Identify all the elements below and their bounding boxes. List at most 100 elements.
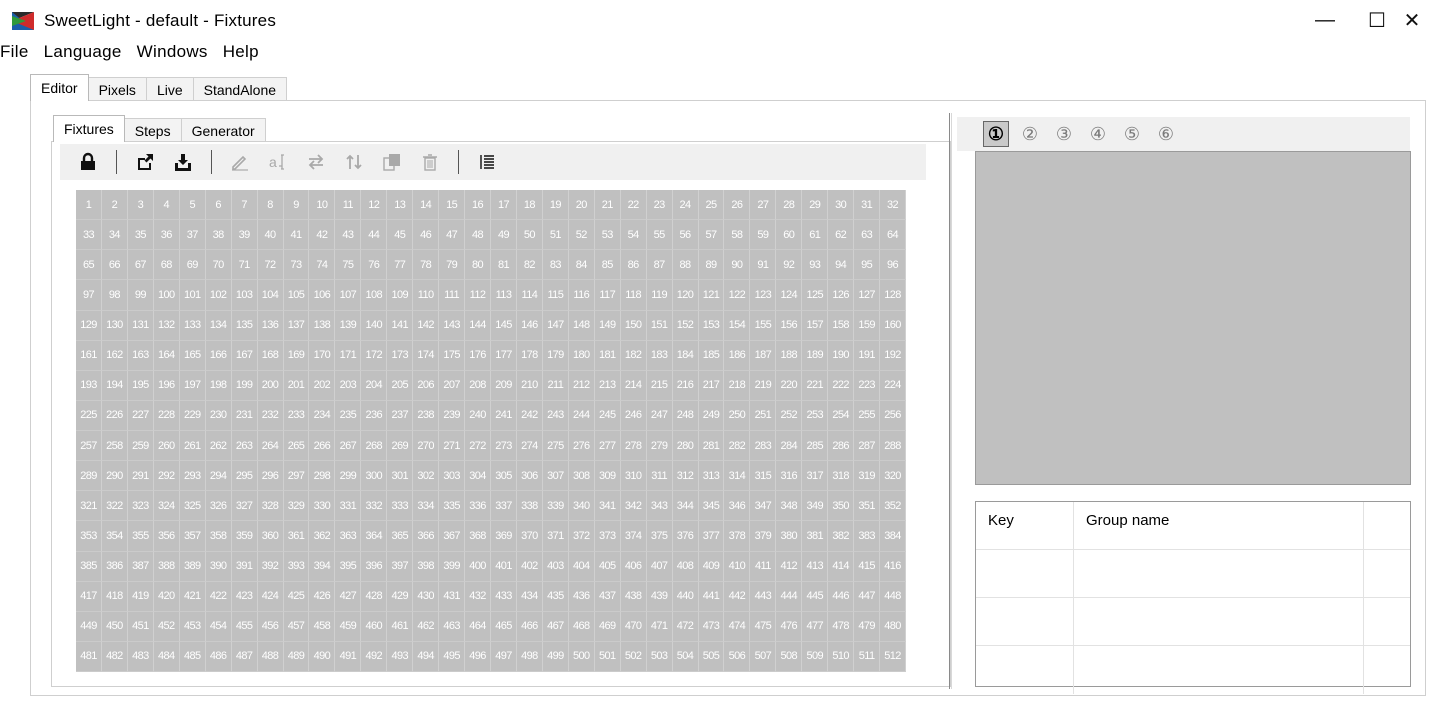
fixture-cell[interactable]: 129 [76, 310, 102, 341]
fixture-cell[interactable]: 390 [205, 551, 232, 582]
fixture-cell[interactable]: 449 [76, 611, 102, 642]
fixture-cell[interactable]: 453 [179, 611, 206, 642]
fixture-cell[interactable]: 473 [698, 611, 725, 642]
fixture-cell[interactable]: 68 [153, 250, 180, 281]
fixture-cell[interactable]: 23 [646, 190, 673, 221]
fixture-cell[interactable]: 188 [776, 340, 803, 371]
fixture-cell[interactable]: 52 [568, 220, 595, 251]
fixture-cell[interactable]: 370 [516, 521, 543, 552]
fixture-cell[interactable]: 34 [101, 220, 128, 251]
fixture-cell[interactable]: 128 [880, 280, 906, 311]
fixture-cell[interactable]: 474 [724, 611, 751, 642]
fixture-cell[interactable]: 210 [516, 370, 543, 401]
fixture-cell[interactable]: 509 [802, 641, 829, 672]
copy-button[interactable] [380, 150, 404, 174]
fixture-cell[interactable]: 368 [465, 521, 491, 552]
fixture-cell[interactable]: 18 [516, 190, 543, 221]
table-row[interactable] [976, 646, 1410, 694]
swap-button[interactable] [304, 150, 328, 174]
fixture-cell[interactable]: 208 [465, 370, 491, 401]
fixture-cell[interactable]: 243 [542, 400, 569, 431]
fixture-cell[interactable]: 134 [205, 310, 232, 341]
fixture-cell[interactable]: 164 [153, 340, 180, 371]
fixture-cell[interactable]: 305 [491, 461, 517, 492]
fixture-cell[interactable]: 100 [153, 280, 180, 311]
fixture-cell[interactable]: 418 [101, 581, 128, 612]
fixture-cell[interactable]: 340 [568, 491, 595, 522]
fixture-cell[interactable]: 132 [153, 310, 180, 341]
fixture-cell[interactable]: 192 [880, 340, 906, 371]
fixture-cell[interactable]: 487 [231, 641, 258, 672]
fixture-cell[interactable]: 147 [542, 310, 569, 341]
fixture-cell[interactable]: 120 [672, 280, 699, 311]
fixture-cell[interactable]: 179 [542, 340, 569, 371]
fixture-cell[interactable]: 427 [335, 581, 362, 612]
fixture-cell[interactable]: 461 [387, 611, 414, 642]
fixture-cell[interactable]: 27 [750, 190, 777, 221]
fixture-cell[interactable]: 486 [205, 641, 232, 672]
fixture-cell[interactable]: 198 [205, 370, 232, 401]
fixture-cell[interactable]: 343 [646, 491, 673, 522]
fixture-cell[interactable]: 506 [724, 641, 751, 672]
fixture-cell[interactable]: 377 [698, 521, 725, 552]
fixture-cell[interactable]: 495 [439, 641, 466, 672]
fixture-cell[interactable]: 74 [309, 250, 336, 281]
fixture-cell[interactable]: 309 [594, 461, 621, 492]
fixture-cell[interactable]: 141 [387, 310, 414, 341]
fixture-cell[interactable]: 171 [335, 340, 362, 371]
fixture-cell[interactable]: 376 [672, 521, 699, 552]
fixture-cell[interactable]: 158 [828, 310, 855, 341]
fixture-cell[interactable]: 87 [646, 250, 673, 281]
fixture-cell[interactable]: 323 [127, 491, 154, 522]
fixture-cell[interactable]: 178 [516, 340, 543, 371]
menu-help[interactable]: Help [223, 42, 259, 62]
fixture-cell[interactable]: 271 [439, 431, 466, 462]
fixture-cell[interactable]: 296 [257, 461, 284, 492]
fixture-cell[interactable]: 325 [179, 491, 206, 522]
fixture-cell[interactable]: 11 [335, 190, 362, 221]
fixture-cell[interactable]: 360 [257, 521, 284, 552]
fixture-cell[interactable]: 337 [491, 491, 517, 522]
fixture-cell[interactable]: 501 [594, 641, 621, 672]
fixture-cell[interactable]: 288 [880, 431, 906, 462]
fixture-cell[interactable]: 307 [542, 461, 569, 492]
fixture-cell[interactable]: 215 [646, 370, 673, 401]
fixture-cell[interactable]: 279 [646, 431, 673, 462]
fixture-cell[interactable]: 37 [179, 220, 206, 251]
fixture-cell[interactable]: 212 [568, 370, 595, 401]
fixture-cell[interactable]: 367 [439, 521, 466, 552]
fixture-cell[interactable]: 21 [594, 190, 621, 221]
fixture-cell[interactable]: 43 [335, 220, 362, 251]
fixture-cell[interactable]: 228 [153, 400, 180, 431]
fixture-cell[interactable]: 319 [854, 461, 881, 492]
fixture-cell[interactable]: 273 [491, 431, 517, 462]
fixture-cell[interactable]: 220 [776, 370, 803, 401]
fixture-cell[interactable]: 315 [750, 461, 777, 492]
fixture-cell[interactable]: 19 [542, 190, 569, 221]
fixture-cell[interactable]: 489 [283, 641, 310, 672]
fixture-cell[interactable]: 139 [335, 310, 362, 341]
fixture-cell[interactable]: 299 [335, 461, 362, 492]
fixture-cell[interactable]: 292 [153, 461, 180, 492]
fixture-cell[interactable]: 420 [153, 581, 180, 612]
fixture-cell[interactable]: 507 [750, 641, 777, 672]
fixture-cell[interactable]: 436 [568, 581, 595, 612]
fixture-cell[interactable]: 97 [76, 280, 102, 311]
fixture-cell[interactable]: 363 [335, 521, 362, 552]
preview-area[interactable] [975, 151, 1411, 485]
fixture-cell[interactable]: 386 [101, 551, 128, 582]
fixture-cell[interactable]: 144 [465, 310, 491, 341]
tab-pixels[interactable]: Pixels [87, 77, 147, 101]
fixture-cell[interactable]: 397 [387, 551, 414, 582]
column-header-group-name[interactable]: Group name [1074, 502, 1364, 549]
fixture-cell[interactable]: 25 [698, 190, 725, 221]
fixture-cell[interactable]: 467 [542, 611, 569, 642]
fixture-cell[interactable]: 491 [335, 641, 362, 672]
menu-language[interactable]: Language [44, 42, 122, 62]
fixture-cell[interactable]: 209 [491, 370, 517, 401]
fixture-cell[interactable]: 413 [802, 551, 829, 582]
fixture-cell[interactable]: 174 [413, 340, 440, 371]
fixture-cell[interactable]: 398 [413, 551, 440, 582]
fixture-cell[interactable]: 393 [283, 551, 310, 582]
fixture-cell[interactable]: 466 [516, 611, 543, 642]
